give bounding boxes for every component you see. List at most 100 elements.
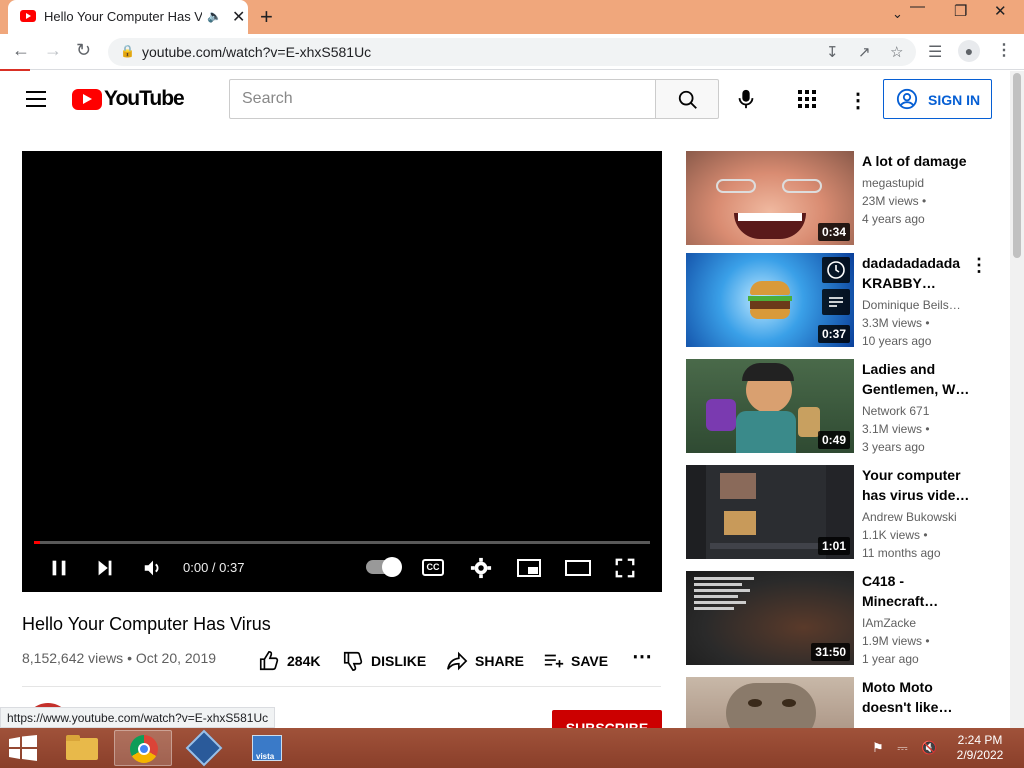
video-duration: 1:01 (817, 537, 850, 555)
fullscreen-icon[interactable] (614, 557, 636, 579)
page-scrollbar[interactable] (1010, 71, 1024, 728)
tab-search-chevron-icon[interactable]: ⌄ (892, 6, 903, 22)
share-arrow-icon (447, 651, 468, 671)
video-title: Hello Your Computer Has Virus (22, 614, 271, 634)
chrome-icon[interactable] (114, 730, 172, 766)
profile-avatar-icon[interactable]: ● (958, 40, 980, 62)
taskbar-clock[interactable]: 2:24 PM 2/9/2022 (950, 733, 1010, 763)
action-center-flag-icon[interactable]: ⚑ (872, 740, 884, 755)
video-card-channel[interactable]: megastupid (862, 176, 924, 190)
video-player[interactable]: 0:00 / 0:37 CC (22, 151, 662, 592)
new-tab-button[interactable]: + (260, 4, 273, 30)
browser-tab-strip: Hello Your Computer Has Virus 🔈 ✕ + ⌄ — … (0, 0, 1024, 34)
recommended-video-card[interactable]: 31:50 C418 - Minecraft… IAmZacke 1.9M vi… (686, 571, 1002, 667)
settings-gear-icon[interactable] (470, 557, 492, 579)
video-thumbnail[interactable]: 0:34 (686, 151, 854, 245)
watch-later-icon[interactable] (822, 257, 850, 283)
video-card-channel[interactable]: Andrew Bukowski (862, 510, 957, 524)
browser-menu-icon[interactable]: ⋮ (996, 40, 1012, 60)
dislike-button[interactable]: DISLIKE (342, 648, 432, 672)
close-window-button[interactable]: ✕ (994, 2, 1007, 20)
video-thumbnail[interactable]: 0:49 (686, 359, 854, 453)
autoplay-toggle[interactable] (366, 557, 402, 577)
youtube-logo-icon[interactable] (72, 89, 102, 110)
file-explorer-icon[interactable] (54, 730, 112, 766)
recommended-video-card[interactable]: 0:37 dadadadadada KRABBY… ⋮ Dominique Be… (686, 253, 1002, 349)
sign-in-button[interactable]: SIGN IN (883, 79, 992, 119)
vista-app-icon[interactable]: vista (238, 730, 296, 766)
share-page-icon[interactable]: ↗ (858, 43, 871, 61)
sign-in-label: SIGN IN (928, 92, 981, 108)
video-duration: 31:50 (811, 643, 850, 661)
recommended-video-card[interactable]: 0:49 Ladies and Gentlemen, W… Network 67… (686, 359, 1002, 455)
video-card-menu-icon[interactable]: ⋮ (970, 255, 988, 276)
speaker-icon[interactable]: 🔈 (207, 9, 222, 23)
hamburger-menu-icon[interactable] (26, 91, 46, 107)
close-tab-icon[interactable]: ✕ (232, 7, 245, 27)
recommended-video-card[interactable]: Moto Moto doesn't like… (686, 677, 1002, 728)
video-card-title[interactable]: C418 - Minecraft… (862, 571, 970, 611)
video-card-title[interactable]: dadadadadada KRABBY… (862, 253, 970, 293)
reload-button[interactable]: ↻ (76, 40, 91, 61)
progress-played (34, 541, 41, 544)
video-card-channel[interactable]: IAmZacke (862, 616, 916, 630)
video-thumbnail[interactable] (686, 677, 854, 728)
share-button[interactable]: SHARE (446, 648, 526, 672)
youtube-favicon-icon (20, 10, 36, 22)
voice-search-button[interactable] (735, 87, 757, 116)
bookmark-star-icon[interactable]: ☆ (890, 43, 903, 61)
video-card-title[interactable]: Your computer has virus vide… (862, 465, 970, 505)
recommended-video-card[interactable]: 0:34 A lot of damage megastupid 23M view… (686, 151, 1002, 247)
windows-start-icon[interactable] (8, 735, 38, 766)
video-thumbnail[interactable]: 1:01 (686, 465, 854, 559)
video-card-views: 1.9M views • (862, 634, 930, 648)
volume-icon[interactable] (142, 557, 164, 579)
more-actions-icon[interactable]: ⋯ (632, 644, 652, 668)
microphone-icon (738, 89, 754, 109)
like-button[interactable]: 284K (258, 648, 328, 672)
network-icon[interactable]: ⎓ (897, 740, 907, 755)
install-app-icon[interactable]: ↧ (826, 43, 839, 61)
pause-icon[interactable] (48, 557, 70, 579)
dislike-label: DISLIKE (371, 653, 427, 669)
next-video-icon[interactable] (94, 557, 116, 579)
progress-bar[interactable] (34, 541, 650, 544)
theater-mode-icon[interactable] (565, 557, 591, 579)
video-card-title[interactable]: Moto Moto doesn't like… (862, 677, 970, 717)
thumbs-down-icon (343, 651, 363, 671)
video-card-channel[interactable]: Dominique Beils… (862, 298, 961, 312)
search-input[interactable] (229, 79, 656, 119)
link-status-bar: https://www.youtube.com/watch?v=E-xhxS58… (0, 707, 276, 728)
add-to-queue-icon[interactable] (822, 289, 850, 315)
clock-time: 2:24 PM (957, 733, 1003, 747)
video-card-title[interactable]: Ladies and Gentlemen, W… (862, 359, 970, 399)
back-button[interactable]: ← (12, 40, 30, 61)
browser-toolbar: ← → ↻ 🔒 youtube.com/watch?v=E-xhxS581Uc … (0, 34, 1024, 70)
thumbs-up-icon (259, 651, 279, 671)
video-card-views: 1.1K views • (862, 528, 928, 542)
browser-tab[interactable]: Hello Your Computer Has Virus 🔈 ✕ (8, 0, 248, 34)
video-card-title[interactable]: A lot of damage (862, 151, 970, 171)
video-thumbnail[interactable]: 31:50 (686, 571, 854, 665)
forward-button[interactable]: → (44, 40, 62, 61)
apps-grid-icon[interactable] (798, 90, 816, 113)
captions-icon[interactable]: CC (422, 559, 444, 576)
scrollbar-thumb[interactable] (1013, 73, 1021, 258)
restore-button[interactable]: ❐ (954, 2, 967, 20)
video-card-channel[interactable]: Network 671 (862, 404, 929, 418)
miniplayer-icon[interactable] (516, 557, 542, 579)
lock-icon[interactable]: 🔒 (120, 44, 135, 58)
muted-speaker-icon[interactable]: 🔇 (921, 740, 937, 755)
media-controls-icon[interactable]: ☰ (928, 42, 942, 62)
search-button[interactable] (655, 79, 719, 119)
youtube-logo-text[interactable]: YouTube (104, 87, 185, 111)
video-thumbnail[interactable]: 0:37 (686, 253, 854, 347)
virtualbox-icon[interactable] (176, 729, 234, 767)
minimize-button[interactable]: — (910, 0, 925, 15)
video-duration: 0:49 (817, 431, 850, 449)
save-button[interactable]: SAVE (542, 648, 612, 672)
address-bar[interactable]: 🔒 youtube.com/watch?v=E-xhxS581Uc ↧ ↗ ☆ (108, 38, 916, 66)
recommended-video-card[interactable]: 1:01 Your computer has virus vide… Andre… (686, 465, 1002, 561)
video-card-age: 1 year ago (862, 652, 919, 666)
settings-more-icon[interactable]: ⋮ (848, 88, 868, 113)
